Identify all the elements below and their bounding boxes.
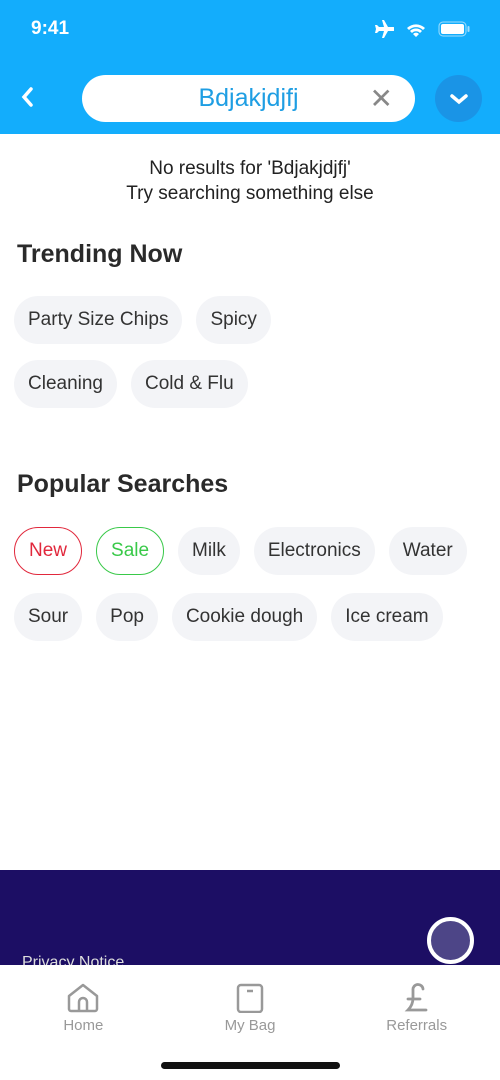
bag-icon <box>236 983 264 1013</box>
chip[interactable]: Ice cream <box>331 593 443 641</box>
home-icon <box>68 983 99 1013</box>
footer: Privacy Notice <box>0 870 500 971</box>
chip[interactable]: Water <box>388 527 467 575</box>
dropdown-button[interactable] <box>435 75 482 122</box>
popular-row-2: Sour Pop Cookie dough Ice cream <box>14 593 443 641</box>
trending-row-1: Party Size Chips Spicy <box>14 296 271 344</box>
chip-sale[interactable]: Sale <box>96 527 165 575</box>
trending-title: Trending Now <box>17 240 183 268</box>
chip[interactable]: Party Size Chips <box>14 296 183 344</box>
tab-label: Home <box>63 1017 104 1034</box>
chip[interactable]: Electronics <box>253 527 375 575</box>
chip[interactable]: Milk <box>178 527 240 575</box>
home-indicator <box>161 1062 340 1069</box>
tab-label: Referrals <box>386 1017 448 1034</box>
chip-new[interactable]: New <box>14 527 83 575</box>
no-results-message: No results for 'Bdjakjdjfj' Try searchin… <box>0 156 500 206</box>
search-input[interactable] <box>138 84 359 113</box>
airplane-icon <box>375 20 394 38</box>
tab-referrals[interactable]: Referrals <box>333 965 500 1080</box>
floating-action-button[interactable] <box>427 917 474 964</box>
status-time: 9:41 <box>31 18 70 39</box>
no-results-line: No results for 'Bdjakjdjfj' <box>149 158 351 179</box>
back-button[interactable] <box>20 84 34 115</box>
popular-title: Popular Searches <box>17 470 229 498</box>
header: 9:41 ✕ <box>0 0 500 134</box>
chip[interactable]: Sour <box>14 593 83 641</box>
no-results-hint: Try searching something else <box>126 183 374 204</box>
search-field[interactable]: ✕ <box>82 75 415 122</box>
trending-row-2: Cleaning Cold & Flu <box>14 360 248 408</box>
chevron-down-icon <box>449 93 468 104</box>
clear-icon[interactable]: ✕ <box>370 82 393 115</box>
status-icons <box>374 20 470 38</box>
wifi-icon <box>407 24 425 37</box>
tab-label: My Bag <box>224 1017 276 1034</box>
popular-row-1: New Sale Milk Electronics Water <box>14 527 467 575</box>
chip[interactable]: Pop <box>96 593 158 641</box>
chip[interactable]: Cookie dough <box>171 593 318 641</box>
chip[interactable]: Cleaning <box>14 360 117 408</box>
chip[interactable]: Spicy <box>196 296 271 344</box>
pound-icon <box>404 983 428 1012</box>
chevron-left-icon <box>21 87 33 107</box>
tab-home[interactable]: Home <box>0 965 167 1080</box>
chip[interactable]: Cold & Flu <box>131 360 248 408</box>
battery-icon <box>438 21 470 37</box>
